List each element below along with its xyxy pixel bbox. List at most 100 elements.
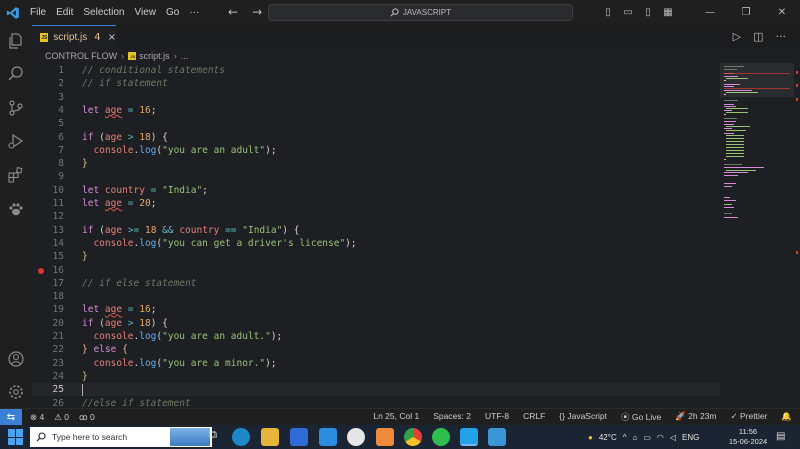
go-live-button[interactable]: ⦿ Go Live [621, 411, 661, 423]
code-line: 3 [32, 91, 720, 104]
activity-bar [0, 25, 32, 408]
taskbar-clock[interactable]: 11:56 15-06-2024 [728, 427, 768, 447]
toggle-secondary-sidebar-icon[interactable]: ▯ [638, 7, 658, 18]
line-number: 21 [52, 331, 64, 342]
chevron-right-icon: › [121, 51, 125, 61]
menu-view[interactable]: View [135, 7, 157, 18]
variable-token: age [104, 198, 123, 209]
title-bar: File Edit Selection View Go ··· ← → JAVA… [0, 0, 800, 25]
vscode-logo-icon[interactable] [6, 6, 20, 20]
menu-selection[interactable]: Selection [83, 7, 124, 18]
more-actions-icon[interactable]: ··· [776, 30, 787, 43]
code-line: 26 //else if statement [32, 397, 720, 409]
prettier-status[interactable]: ✓ Prettier [731, 411, 768, 423]
object-token: console [93, 331, 134, 342]
comment-token: // conditional statements [82, 65, 225, 76]
warnings-status[interactable]: ⚠ 0 [54, 412, 69, 423]
variable-token: age [104, 104, 123, 116]
time-spent-status[interactable]: 🚀 2h 23m [675, 411, 716, 423]
language-indicator[interactable]: ENG [682, 433, 699, 442]
remote-icon[interactable]: ⇆ [0, 408, 22, 426]
notifications-bell-icon[interactable]: 🔔 [781, 411, 792, 423]
weather-temp[interactable]: 42°C [599, 433, 617, 442]
settings-gear-icon[interactable] [7, 383, 25, 401]
edge-browser-icon[interactable] [232, 428, 250, 446]
breadcrumb-folder[interactable]: CONTROL FLOW [45, 51, 117, 61]
comment-token: // if statement [82, 78, 168, 90]
windows-start-icon[interactable] [8, 429, 24, 445]
sublime-app-icon[interactable] [376, 428, 394, 446]
eol-status[interactable]: CRLF [523, 411, 545, 423]
toggle-panel-icon[interactable]: ▭ [618, 7, 638, 18]
show-hidden-icons-icon[interactable]: ^ [623, 433, 627, 442]
function-token: log [139, 237, 157, 249]
time-spent-label: 2h 23m [688, 411, 717, 421]
rocket-icon: 🚀 [675, 411, 686, 421]
menu-more[interactable]: ··· [189, 7, 199, 18]
punctuation-token: ( [93, 317, 105, 329]
menu-file[interactable]: File [30, 7, 46, 18]
breadcrumb-more[interactable]: ... [181, 51, 189, 61]
paw-extension-icon[interactable] [7, 200, 25, 218]
tab-problem-count: 4 [94, 32, 101, 43]
search-label: JAVASCRIPT [402, 8, 452, 17]
code-line: 11 let age = 20; [32, 197, 720, 210]
customize-layout-icon[interactable]: ▦ [658, 7, 678, 18]
ports-status[interactable]: ꝏ 0 [79, 412, 95, 423]
microsoft-store-icon[interactable] [290, 428, 308, 446]
account-icon[interactable] [7, 350, 25, 368]
battery-icon[interactable]: ▭ [643, 433, 651, 442]
forward-arrow-icon[interactable]: → [252, 5, 262, 19]
punctuation-token: ) { [150, 131, 168, 143]
status-bar: ⇆ ⊗ 4 ⚠ 0 ꝏ 0 Ln 25, Col 1 Spaces: 2 UTF… [0, 408, 800, 426]
menu-go[interactable]: Go [166, 7, 179, 18]
taskbar-search-box[interactable]: Type here to search [30, 427, 212, 447]
back-arrow-icon[interactable]: ← [228, 5, 238, 19]
string-token: "you are a minor." [162, 357, 266, 369]
operator-token: = [122, 198, 140, 209]
indentation-status[interactable]: Spaces: 2 [433, 411, 471, 423]
minimap[interactable] [720, 63, 800, 408]
string-token: "India" [242, 224, 283, 236]
file-explorer-icon[interactable] [261, 428, 279, 446]
restore-icon[interactable]: ❐ [728, 7, 764, 18]
split-editor-icon[interactable]: ◫ [753, 30, 763, 43]
string-token: "you are an adult" [162, 144, 266, 156]
cursor-position[interactable]: Ln 25, Col 1 [373, 411, 419, 423]
explorer-icon[interactable] [7, 32, 25, 50]
photos-app-icon[interactable] [488, 428, 506, 446]
notification-center-icon[interactable]: ▤ [776, 431, 785, 442]
breadcrumb-file[interactable]: script.js [139, 51, 170, 61]
volume-icon[interactable]: ◁ [670, 433, 676, 442]
menu-edit[interactable]: Edit [56, 7, 73, 18]
search-icon[interactable] [7, 65, 25, 83]
text-cursor [82, 384, 83, 397]
minimize-icon[interactable]: — [692, 7, 728, 18]
errors-status[interactable]: ⊗ 4 [30, 412, 44, 423]
mail-icon[interactable] [319, 428, 337, 446]
whatsapp-icon[interactable] [432, 428, 450, 446]
vscode-taskbar-icon[interactable] [460, 428, 478, 446]
wifi-icon[interactable]: ◠ [657, 433, 664, 442]
code-editor[interactable]: 1 // conditional statements 2 // if stat… [32, 63, 720, 408]
operator-token: == [219, 224, 243, 236]
close-tab-icon[interactable]: × [108, 32, 116, 43]
github-icon[interactable] [347, 428, 365, 446]
tab-script-js[interactable]: JS script.js 4 × [32, 25, 116, 49]
extensions-icon[interactable] [7, 166, 25, 184]
toggle-primary-sidebar-icon[interactable]: ▯ [598, 7, 618, 18]
code-line: 22 } else { [32, 343, 720, 356]
code-line: 20 if (age > 18) { [32, 317, 720, 330]
run-debug-icon[interactable] [7, 132, 25, 150]
close-window-icon[interactable]: ✕ [764, 7, 800, 18]
language-mode[interactable]: {} JavaScript [559, 411, 607, 423]
command-center-search[interactable]: JAVASCRIPT [268, 4, 573, 21]
run-code-icon[interactable]: ▷ [733, 30, 741, 43]
network-icon[interactable]: ⌂ [632, 433, 637, 442]
code-line: 24 } [32, 370, 720, 383]
punctuation-token: ; [202, 184, 208, 196]
task-view-icon[interactable]: ⧉ [204, 428, 222, 446]
source-control-icon[interactable] [7, 99, 25, 117]
chrome-icon[interactable] [404, 428, 422, 446]
encoding-status[interactable]: UTF-8 [485, 411, 509, 423]
